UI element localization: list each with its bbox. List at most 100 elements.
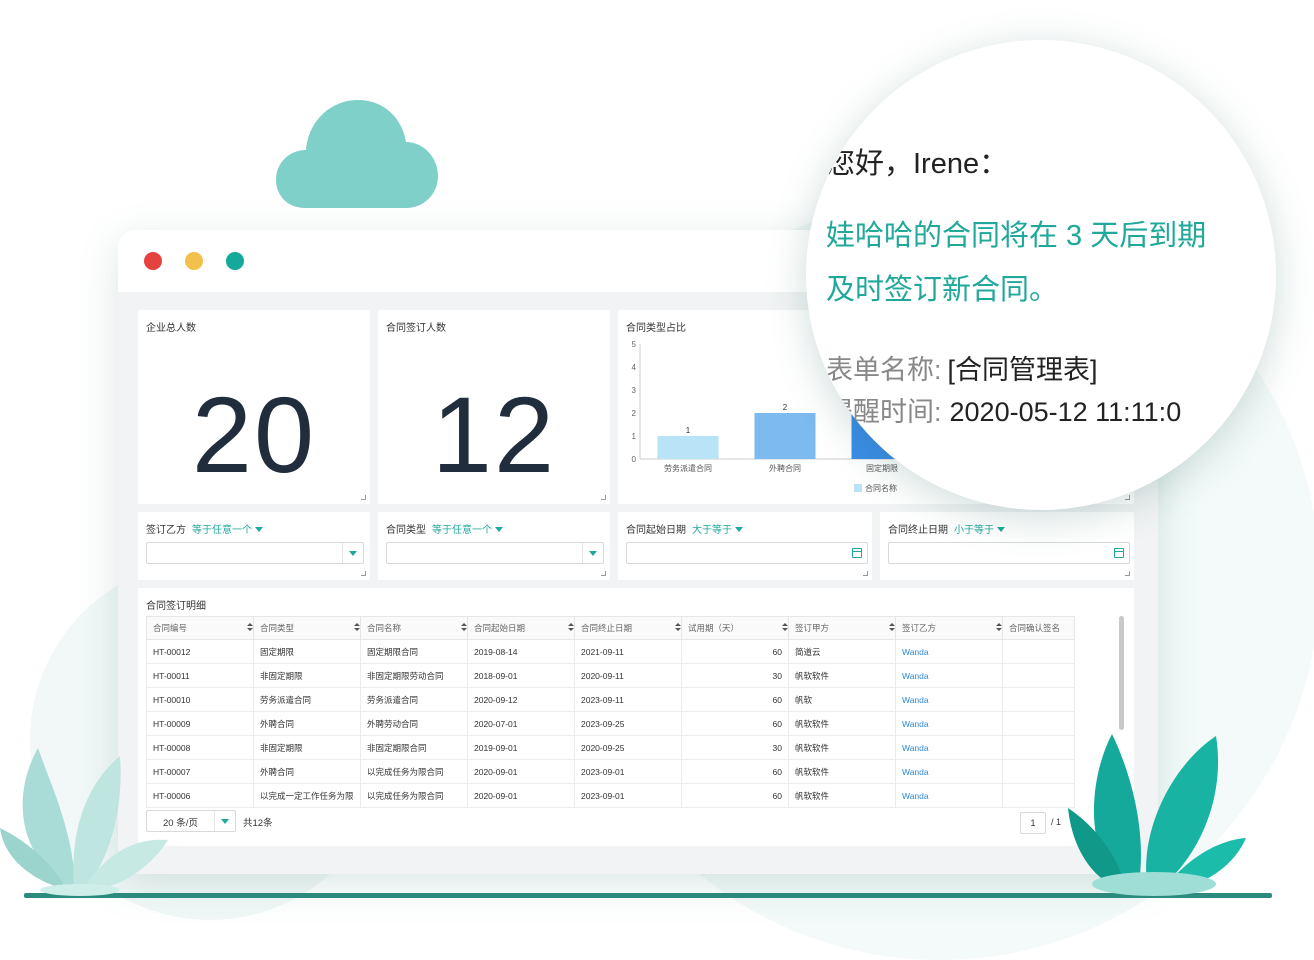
table-cell: 60 (681, 783, 789, 808)
table-cell: 帆软软件 (788, 735, 896, 760)
close-dot[interactable] (144, 252, 162, 270)
table-row[interactable]: HT-00007 外聘合同 以完成任务为限合同 2020-09-01 2023-09-0… (146, 759, 1075, 784)
message-line-2: 及时签订新合同。 (826, 274, 1059, 306)
table-cell[interactable]: Wanda (895, 711, 1003, 736)
caret-down-icon (495, 527, 503, 532)
table-cell: 60 (681, 759, 789, 784)
table-cell: 2020-07-01 (467, 711, 575, 736)
table-cell: 非固定期限劳动合同 (360, 663, 468, 688)
filter-operator[interactable]: 等于任意一个 (192, 525, 263, 536)
filter-label: 合同终止日期 小于等于 (888, 521, 1005, 536)
table-cell[interactable]: Wanda (895, 663, 1003, 688)
page-number: 1 (1030, 818, 1036, 828)
column-header-label: 合同终止日期 (581, 623, 633, 633)
resize-handle[interactable] (601, 571, 606, 576)
table-cell (1002, 735, 1075, 760)
column-header-label: 合同类型 (260, 623, 295, 633)
start-date-input[interactable] (626, 542, 868, 564)
filter-operator[interactable]: 小于等于 (954, 525, 1005, 536)
table-row[interactable]: HT-00008 非固定期限 非固定期限合同 2019-09-01 2020-09-25… (146, 735, 1075, 760)
card-title: 企业总人数 (146, 323, 196, 334)
table-scrollbar[interactable] (1119, 616, 1124, 730)
table-row[interactable]: HT-00009 外聘合同 外聘劳动合同 2020-07-01 2023-09-25 60… (146, 711, 1075, 736)
table-cell[interactable]: Wanda (895, 783, 1003, 808)
table-row[interactable]: HT-00011 非固定期限 非固定期限劳动合同 2018-09-01 2020-09-… (146, 663, 1075, 688)
y-tick-label: 0 (632, 455, 637, 464)
table-header-row: 合同编号 合同类型 合同名称 合同起始日期 合同终止日期 试用期（天） 签订甲方 签订乙方 合同… (146, 616, 1075, 640)
total-count: 共12条 (243, 818, 273, 829)
table-cell: 帆软软件 (788, 711, 896, 736)
column-header[interactable]: 合同编号 (146, 616, 254, 640)
table-cell[interactable]: Wanda (895, 687, 1003, 712)
filter-operator-text: 等于任意一个 (432, 525, 492, 536)
column-header[interactable]: 合同名称 (360, 616, 468, 640)
table-cell: 30 (681, 663, 789, 688)
table-cell: 2023-09-11 (574, 687, 682, 712)
table-cell[interactable]: Wanda (895, 639, 1003, 664)
column-header[interactable]: 合同类型 (253, 616, 361, 640)
filter-label-text: 合同终止日期 (888, 525, 948, 536)
total-staff-value: 20 (191, 374, 317, 495)
filter-end-date: 合同终止日期 小于等于 (880, 512, 1134, 580)
maximize-dot[interactable] (226, 252, 244, 270)
table-row[interactable]: HT-00006 以完成一定工作任务为限 以完成任务为限合同 2020-09-01 20… (146, 783, 1075, 808)
resize-handle[interactable] (361, 571, 366, 576)
filter-operator[interactable]: 等于任意一个 (432, 525, 503, 536)
chevron-down-icon (221, 819, 229, 824)
table-cell: 劳务派遣合同 (253, 687, 361, 712)
resize-handle[interactable] (601, 495, 606, 500)
table-cell (1002, 759, 1075, 784)
table-cell (1002, 711, 1075, 736)
notification-magnifier: 您好，Irene： 娃哈哈的合同将在 3 天后到期 及时签订新合同。 表单名称:… (806, 40, 1276, 510)
column-header-label: 签订甲方 (795, 623, 830, 633)
resize-handle[interactable] (361, 495, 366, 500)
column-header[interactable]: 合同终止日期 (574, 616, 682, 640)
bar-data-label: 1 (686, 426, 691, 435)
page-number-input[interactable]: 1 (1020, 812, 1046, 834)
table-cell: HT-00010 (146, 687, 254, 712)
column-header[interactable]: 试用期（天） (681, 616, 789, 640)
calendar-button[interactable] (1109, 543, 1129, 563)
filter-operator[interactable]: 大于等于 (692, 525, 743, 536)
table-cell: HT-00011 (146, 663, 254, 688)
column-header-label: 合同编号 (153, 623, 188, 633)
column-header[interactable]: 签订乙方 (895, 616, 1003, 640)
column-header-label: 合同名称 (367, 623, 402, 633)
table-cell: 2020-09-01 (467, 783, 575, 808)
table-cell: 2020-09-11 (574, 663, 682, 688)
y-tick-label: 4 (632, 363, 637, 372)
table-row[interactable]: HT-00012 固定期限 固定期限合同 2019-08-14 2021-09-11 60… (146, 639, 1075, 664)
column-header[interactable]: 签订甲方 (788, 616, 896, 640)
filter-label: 合同起始日期 大于等于 (626, 521, 743, 536)
table-cell[interactable]: Wanda (895, 735, 1003, 760)
filter-contract-type: 合同类型 等于任意一个 (378, 512, 610, 580)
greeting: 您好，Irene： (826, 148, 1009, 180)
table-cell: 劳务派遣合同 (360, 687, 468, 712)
filter-label-text: 合同类型 (386, 525, 426, 536)
plant-right-icon (1068, 734, 1246, 896)
column-header[interactable]: 合同起始日期 (467, 616, 575, 640)
contract-type-select[interactable] (386, 542, 604, 564)
signed-count-value: 12 (431, 374, 557, 495)
resize-handle[interactable] (863, 571, 868, 576)
x-tick-label: 劳务派遣合同 (664, 463, 712, 473)
calendar-button[interactable] (847, 543, 867, 563)
column-header-label: 签订乙方 (902, 623, 937, 633)
column-header-label: 试用期（天） (688, 623, 740, 633)
table-cell: 以完成任务为限合同 (360, 759, 468, 784)
party-b-select[interactable] (146, 542, 364, 564)
plant-left-icon (0, 748, 168, 896)
column-header[interactable]: 合同确认签名 (1002, 616, 1075, 640)
y-tick-label: 1 (632, 432, 637, 441)
table-row[interactable]: HT-00010 劳务派遣合同 劳务派遣合同 2020-09-12 2023-09-11… (146, 687, 1075, 712)
table-cell[interactable]: Wanda (895, 759, 1003, 784)
table-cell: 以完成任务为限合同 (360, 783, 468, 808)
select-dropdown-button[interactable] (582, 543, 603, 563)
resize-handle[interactable] (1125, 571, 1130, 576)
select-dropdown-button[interactable] (342, 543, 363, 563)
card-signed-count: 合同签订人数 12 (378, 310, 610, 504)
minimize-dot[interactable] (185, 252, 203, 270)
page-size-dropdown-button[interactable] (214, 811, 235, 831)
table-cell: 非固定期限 (253, 735, 361, 760)
end-date-input[interactable] (888, 542, 1130, 564)
